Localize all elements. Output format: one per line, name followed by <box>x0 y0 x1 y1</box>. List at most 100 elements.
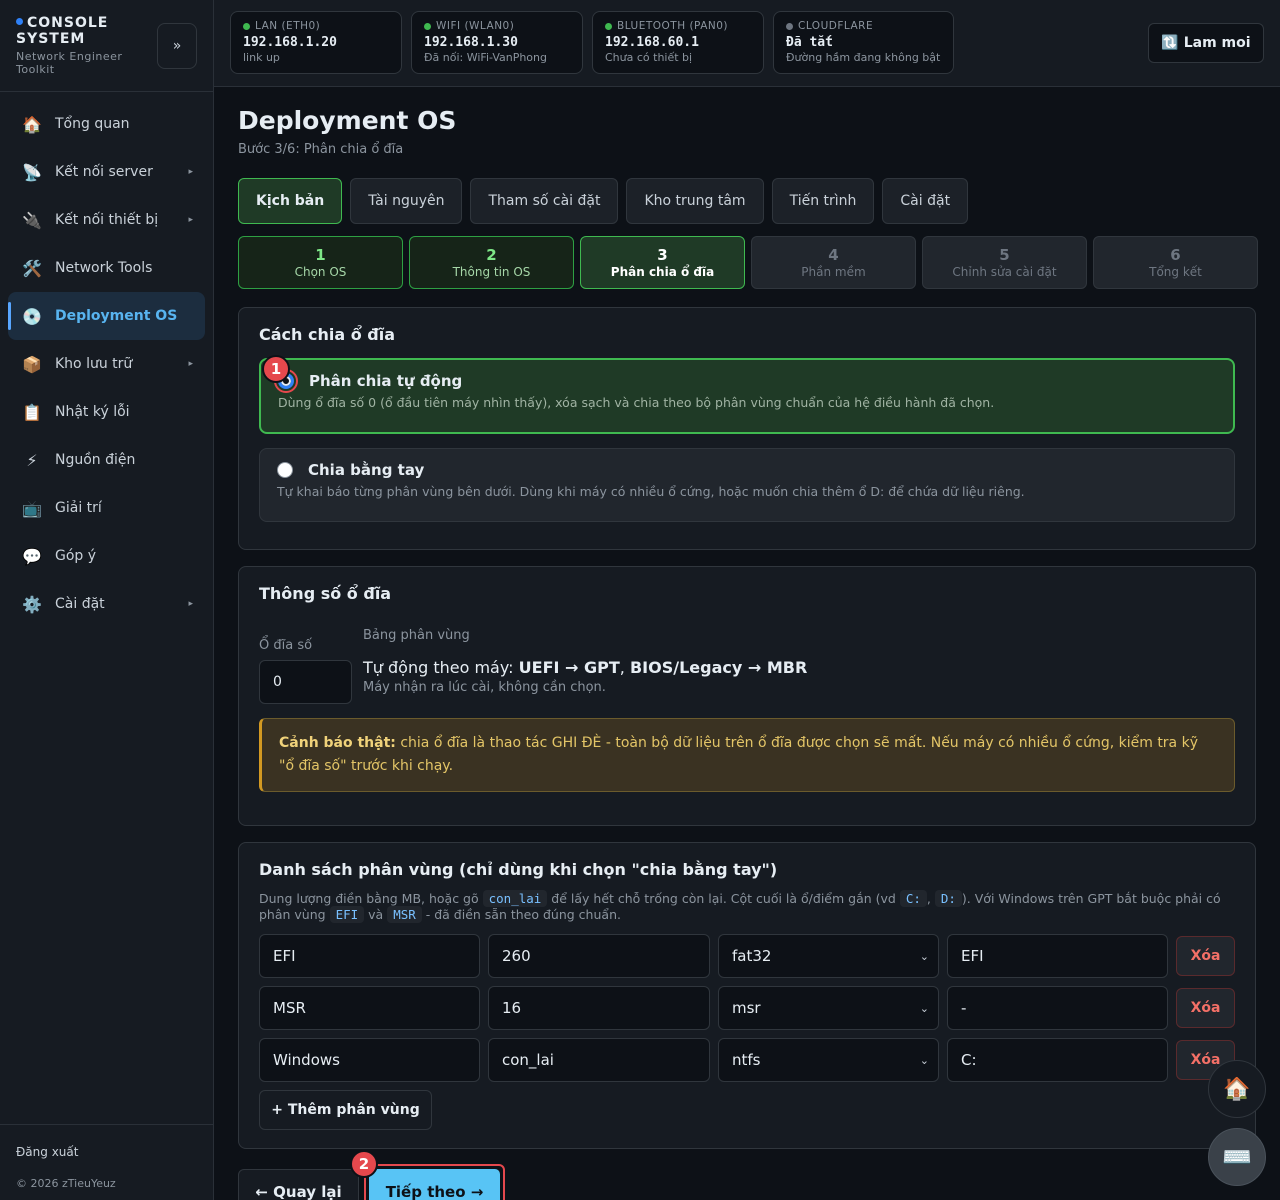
status-dot-icon <box>424 22 431 30</box>
plug-icon: 🔌 <box>22 210 42 230</box>
next-button[interactable]: Tiếp theo → <box>369 1169 500 1200</box>
keyboard-fab-button[interactable]: ⌨️ <box>1208 1128 1266 1186</box>
network-ip: 192.168.60.1 <box>605 35 699 50</box>
home-fab-button[interactable]: 🏠 <box>1208 1060 1266 1118</box>
status-dot-icon <box>243 22 250 30</box>
tab-kho-trung-tam[interactable]: Kho trung tâm <box>626 178 764 224</box>
sidebar-item-ket-noi-thiet-bi[interactable]: 🔌 Kết nối thiết bị ▸ <box>8 196 205 244</box>
partition-method-panel: Cách chia ổ đĩa Phân chia tự động Dùng ổ… <box>238 307 1256 550</box>
network-status: link up <box>243 51 280 64</box>
radio-manual[interactable] <box>277 462 293 478</box>
brand-title: CONSOLE SYSTEM <box>16 15 109 47</box>
brand: CONSOLE SYSTEM Network Engineer Toolkit <box>16 15 151 76</box>
filesystem-select[interactable]: msr ⌄ <box>718 986 939 1030</box>
sidebar: CONSOLE SYSTEM Network Engineer Toolkit … <box>0 0 214 1200</box>
sidebar-item-kho-luu-tru[interactable]: 📦 Kho lưu trữ ▸ <box>8 340 205 388</box>
option-auto-partition[interactable]: Phân chia tự động Dùng ổ đĩa số 0 (ổ đầu… <box>259 358 1235 434</box>
network-status: Chưa có thiết bị <box>605 51 693 64</box>
step-2[interactable]: 2 Thông tin OS <box>409 236 574 289</box>
copyright: © 2026 zTieuYeuz <box>16 1177 116 1190</box>
option-description: Tự khai báo từng phân vùng bên dưới. Dùn… <box>277 484 1025 499</box>
network-card-cloudflare: CLOUDFLARE Đã tắt Đường hầm đang không b… <box>773 11 954 74</box>
step-3[interactable]: 3 Phân chia ổ đĩa <box>580 236 745 289</box>
tab-kich-ban[interactable]: Kịch bản <box>238 178 343 224</box>
chevron-down-icon: ⌄ <box>919 1001 929 1015</box>
status-dot-icon <box>605 22 612 30</box>
network-name: WIFI (WLAN0) <box>436 20 515 32</box>
disk-number-input[interactable]: 0 <box>259 660 352 704</box>
network-name: LAN (ETH0) <box>255 20 321 32</box>
refresh-button[interactable]: 🔃 Lam moi <box>1148 23 1264 63</box>
home-icon: 🏠 <box>1223 1076 1251 1102</box>
step-1[interactable]: 1 Chọn OS <box>238 236 403 289</box>
partition-size-input[interactable]: 16 <box>488 986 710 1030</box>
page-title: Deployment OS <box>238 106 457 135</box>
partition-name-input[interactable]: MSR <box>259 986 480 1030</box>
tv-icon: 📺 <box>22 498 42 518</box>
disk-number-label: Ổ đĩa số <box>259 638 313 653</box>
partition-table-value: Tự động theo máy: UEFI → GPT, BIOS/Legac… <box>363 658 808 677</box>
keyboard-icon: ⌨️ <box>1222 1143 1252 1171</box>
network-card-wifi: WIFI (WLAN0) 192.168.1.30 Đã nối: WiFi-V… <box>411 11 583 74</box>
tab-tien-trinh[interactable]: Tiến trình <box>771 178 875 224</box>
sidebar-item-nguon-dien[interactable]: ⚡ Nguồn điện <box>8 436 205 484</box>
partition-name-input[interactable]: Windows <box>259 1038 480 1082</box>
network-status: Đã nối: WiFi-VanPhong <box>424 51 547 64</box>
sidebar-item-cai-dat[interactable]: ⚙️ Cài đặt ▸ <box>8 580 205 628</box>
network-name: BLUETOOTH (PAN0) <box>617 20 729 32</box>
step-5[interactable]: 5 Chỉnh sửa cài đặt <box>922 236 1087 289</box>
status-dot-icon <box>786 22 793 30</box>
warning-box: Cảnh báo thật: chia ổ đĩa là thao tác GH… <box>259 718 1235 792</box>
divider <box>0 1124 213 1125</box>
partition-size-input[interactable]: con_lai <box>488 1038 710 1082</box>
satellite-icon: 📡 <box>22 162 42 182</box>
partition-row: EFI 260 fat32 ⌄ EFI Xóa <box>259 934 1235 978</box>
mount-point-input[interactable]: C: <box>947 1038 1168 1082</box>
panel-title: Danh sách phân vùng (chỉ dùng khi chọn "… <box>259 860 778 879</box>
chevron-right-icon: ▸ <box>188 167 193 177</box>
sidebar-item-deployment-os[interactable]: 💿 Deployment OS <box>8 292 205 340</box>
brand-subtitle: Network Engineer Toolkit <box>16 50 123 76</box>
sidebar-collapse-button[interactable]: » <box>157 23 197 69</box>
delete-partition-button[interactable]: Xóa <box>1176 988 1235 1028</box>
tab-cai-dat[interactable]: Cài đặt <box>882 178 969 224</box>
clipboard-icon: 📋 <box>22 402 42 422</box>
network-card-lan: LAN (ETH0) 192.168.1.20 link up <box>230 11 402 74</box>
panel-title: Cách chia ổ đĩa <box>259 325 396 344</box>
delete-partition-button[interactable]: Xóa <box>1176 936 1235 976</box>
sidebar-item-network-tools[interactable]: 🛠️ Network Tools <box>8 244 205 292</box>
chevron-down-icon: ⌄ <box>919 1053 929 1067</box>
sidebar-item-gop-y[interactable]: 💬 Góp ý <box>8 532 205 580</box>
sidebar-item-ket-noi-server[interactable]: 📡 Kết nối server ▸ <box>8 148 205 196</box>
chevron-down-icon: ⌄ <box>919 949 929 963</box>
partition-row: Windows con_lai ntfs ⌄ C: Xóa <box>259 1038 1235 1082</box>
annotation-badge-1: 1 <box>262 355 290 383</box>
lightning-icon: ⚡ <box>26 450 38 470</box>
tab-tai-nguyen[interactable]: Tài nguyên <box>350 178 463 224</box>
sidebar-nav: 🏠 Tổng quan 📡 Kết nối server ▸ 🔌 Kết nối thi… <box>8 100 205 628</box>
filesystem-select[interactable]: ntfs ⌄ <box>718 1038 939 1082</box>
panel-title: Thông số ổ đĩa <box>259 584 392 603</box>
speech-bubble-icon: 💬 <box>22 546 42 566</box>
step-4[interactable]: 4 Phần mềm <box>751 236 916 289</box>
annotation-badge-2: 2 <box>350 1150 378 1178</box>
home-icon: 🏠 <box>22 114 42 134</box>
back-button[interactable]: ← Quay lại <box>238 1169 359 1200</box>
partition-name-input[interactable]: EFI <box>259 934 480 978</box>
mount-point-input[interactable]: EFI <box>947 934 1168 978</box>
filesystem-select[interactable]: fat32 ⌄ <box>718 934 939 978</box>
add-partition-button[interactable]: + Thêm phân vùng <box>259 1090 432 1130</box>
disk-params-panel: Thông số ổ đĩa Ổ đĩa số 0 Bảng phân vùng… <box>238 566 1256 826</box>
mount-point-input[interactable]: - <box>947 986 1168 1030</box>
logout-link[interactable]: Đăng xuất <box>16 1145 78 1159</box>
tab-tham-so-cai-dat[interactable]: Tham số cài đặt <box>470 178 619 224</box>
option-manual-partition[interactable]: Chia bằng tay Tự khai báo từng phân vùng… <box>259 448 1235 522</box>
network-card-bluetooth: BLUETOOTH (PAN0) 192.168.60.1 Chưa có th… <box>592 11 764 74</box>
topbar: LAN (ETH0) 192.168.1.20 link up WIFI (WL… <box>214 0 1280 87</box>
partition-size-input[interactable]: 260 <box>488 934 710 978</box>
sidebar-item-tong-quan[interactable]: 🏠 Tổng quan <box>8 100 205 148</box>
sidebar-item-nhat-ky-loi[interactable]: 📋 Nhật ký lỗi <box>8 388 205 436</box>
network-status: Đường hầm đang không bật <box>786 51 941 64</box>
sidebar-item-giai-tri[interactable]: 📺 Giải trí <box>8 484 205 532</box>
step-6[interactable]: 6 Tổng kết <box>1093 236 1258 289</box>
